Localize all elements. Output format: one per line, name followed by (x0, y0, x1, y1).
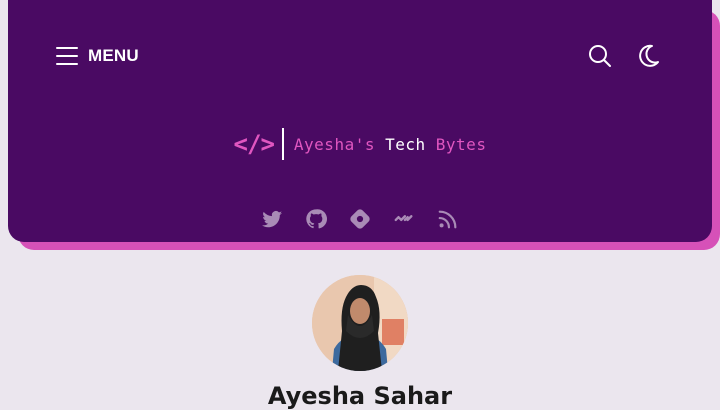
moon-icon (639, 44, 659, 67)
github-icon (306, 209, 327, 229)
search-icon (589, 45, 611, 67)
logo-text: Ayesha's Tech Bytes (294, 135, 487, 154)
author-avatar[interactable] (312, 275, 408, 371)
logo-name-part3: Bytes (435, 134, 487, 154)
theme-toggle-button[interactable] (634, 42, 662, 70)
hamburger-icon (56, 47, 78, 65)
logo-name-part2: Tech (385, 134, 426, 154)
devto-link[interactable] (393, 208, 415, 230)
hashnode-link[interactable] (349, 208, 371, 230)
code-brackets-icon: </> (233, 130, 275, 158)
logo-name-part1: Ayesha's (293, 134, 375, 154)
hashnode-icon (350, 209, 370, 229)
twitter-icon (261, 210, 283, 228)
author-name: Ayesha Sahar (267, 382, 453, 410)
rss-icon (438, 210, 457, 229)
menu-button[interactable]: MENU (56, 42, 139, 70)
site-logo[interactable]: </> Ayesha's Tech Bytes (8, 128, 712, 160)
site-header: MENU </> Ayesha's Tech Bytes (8, 0, 712, 242)
github-link[interactable] (305, 208, 327, 230)
devto-icon (394, 215, 413, 222)
author-photo (312, 275, 408, 371)
logo-divider (281, 128, 284, 160)
menu-label: MENU (88, 46, 139, 65)
social-links (8, 208, 712, 230)
rss-link[interactable] (437, 208, 459, 230)
search-button[interactable] (586, 42, 614, 70)
twitter-link[interactable] (261, 208, 283, 230)
